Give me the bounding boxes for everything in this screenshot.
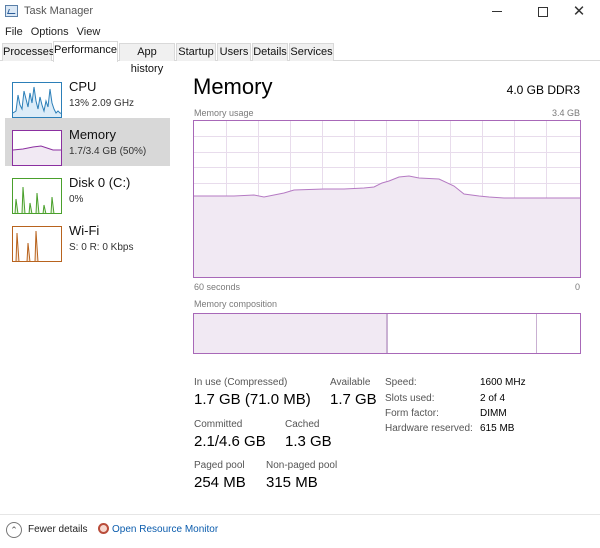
tab-details[interactable]: Details bbox=[252, 43, 288, 61]
slots-used-value: 2 of 4 bbox=[480, 393, 506, 404]
menu-view[interactable]: View bbox=[73, 24, 105, 40]
speed-label: Speed: bbox=[385, 377, 417, 388]
tab-users[interactable]: Users bbox=[217, 43, 251, 61]
in-use-label: In use (Compressed) bbox=[194, 377, 288, 388]
chevron-up-icon[interactable]: ⌃ bbox=[6, 522, 22, 538]
sidebar-sub-wifi: S: 0 R: 0 Kbps bbox=[69, 242, 134, 253]
memory-usage-chart bbox=[194, 121, 580, 277]
memory-spec: 4.0 GB DDR3 bbox=[506, 83, 580, 97]
page-title: Memory bbox=[193, 74, 273, 99]
minimize-icon bbox=[492, 11, 502, 12]
form-factor-value: DIMM bbox=[480, 408, 507, 419]
hardware-reserved-label: Hardware reserved: bbox=[385, 423, 473, 434]
tab-processes[interactable]: Processes bbox=[2, 43, 54, 61]
composition-standby bbox=[390, 314, 537, 353]
sidebar-sub-disk: 0% bbox=[69, 194, 84, 205]
non-paged-pool-label: Non-paged pool bbox=[266, 460, 338, 471]
sidebar-item-memory[interactable]: Memory 1.7/3.4 GB (50%) bbox=[5, 118, 170, 166]
window-title: Task Manager bbox=[24, 5, 94, 17]
menu-file[interactable]: File bbox=[0, 24, 27, 40]
paged-pool-value: 254 MB bbox=[194, 474, 246, 491]
available-label: Available bbox=[330, 377, 371, 388]
composition-in-use bbox=[194, 314, 388, 353]
cached-label: Cached bbox=[285, 419, 320, 430]
sidebar-label-memory: Memory bbox=[69, 127, 116, 142]
sidebar-item-disk[interactable]: Disk 0 (C:) 0% bbox=[5, 166, 170, 214]
in-use-value: 1.7 GB (71.0 MB) bbox=[194, 391, 311, 408]
task-manager-icon bbox=[5, 5, 18, 17]
committed-label: Committed bbox=[194, 419, 243, 430]
minimize-button[interactable] bbox=[474, 0, 520, 23]
resource-sidebar: CPU 13% 2.09 GHz Memory 1.7/3.4 GB (50%)… bbox=[0, 62, 175, 507]
committed-value: 2.1/4.6 GB bbox=[194, 433, 266, 450]
menu-bar: File Options View bbox=[0, 24, 104, 40]
time-axis-left: 60 seconds bbox=[194, 282, 241, 292]
available-value: 1.7 GB bbox=[330, 391, 377, 408]
wifi-thumbnail-graph bbox=[12, 226, 62, 262]
sidebar-label-cpu: CPU bbox=[69, 79, 97, 94]
non-paged-pool-value: 315 MB bbox=[266, 474, 318, 491]
tab-services[interactable]: Services bbox=[289, 43, 334, 61]
memory-usage-graph bbox=[193, 120, 581, 278]
close-button[interactable]: ✕ bbox=[556, 0, 600, 23]
hardware-reserved-value: 615 MB bbox=[480, 423, 515, 434]
footer-bar: ⌃ Fewer details Open Resource Monitor bbox=[0, 514, 600, 548]
open-resource-monitor-link[interactable]: Open Resource Monitor bbox=[112, 524, 218, 535]
cached-value: 1.3 GB bbox=[285, 433, 332, 450]
memory-thumbnail-graph bbox=[12, 130, 62, 166]
memory-composition-label: Memory composition bbox=[194, 299, 278, 309]
sidebar-item-wifi[interactable]: Wi-Fi S: 0 R: 0 Kbps bbox=[5, 214, 170, 262]
tab-performance[interactable]: Performance bbox=[53, 41, 118, 62]
sidebar-label-disk: Disk 0 (C:) bbox=[69, 175, 131, 190]
time-axis-right: 0 bbox=[574, 282, 580, 292]
memory-usage-max: 3.4 GB bbox=[551, 108, 580, 118]
form-factor-label: Form factor: bbox=[385, 408, 439, 419]
title-bar[interactable]: Task Manager ✕ bbox=[0, 0, 600, 23]
composition-free bbox=[538, 314, 580, 353]
sidebar-sub-cpu: 13% 2.09 GHz bbox=[69, 98, 135, 109]
close-icon: ✕ bbox=[572, 3, 586, 20]
memory-composition-bar bbox=[193, 313, 581, 354]
resource-monitor-icon[interactable] bbox=[98, 523, 109, 534]
cpu-thumbnail-graph bbox=[12, 82, 62, 118]
sidebar-sub-memory: 1.7/3.4 GB (50%) bbox=[69, 146, 147, 157]
tab-app-history[interactable]: App history bbox=[119, 43, 175, 75]
sidebar-item-cpu[interactable]: CPU 13% 2.09 GHz bbox=[5, 70, 170, 118]
memory-usage-label: Memory usage bbox=[194, 108, 254, 118]
speed-value: 1600 MHz bbox=[480, 377, 526, 388]
tab-bar: Processes Performance App history Startu… bbox=[0, 41, 600, 75]
disk-thumbnail-graph bbox=[12, 178, 62, 214]
slots-used-label: Slots used: bbox=[385, 393, 435, 404]
paged-pool-label: Paged pool bbox=[194, 460, 245, 471]
menu-options[interactable]: Options bbox=[27, 24, 73, 40]
maximize-icon bbox=[538, 6, 548, 17]
tab-startup[interactable]: Startup bbox=[176, 43, 216, 61]
sidebar-label-wifi: Wi-Fi bbox=[69, 223, 100, 238]
fewer-details-button[interactable]: Fewer details bbox=[28, 524, 87, 535]
